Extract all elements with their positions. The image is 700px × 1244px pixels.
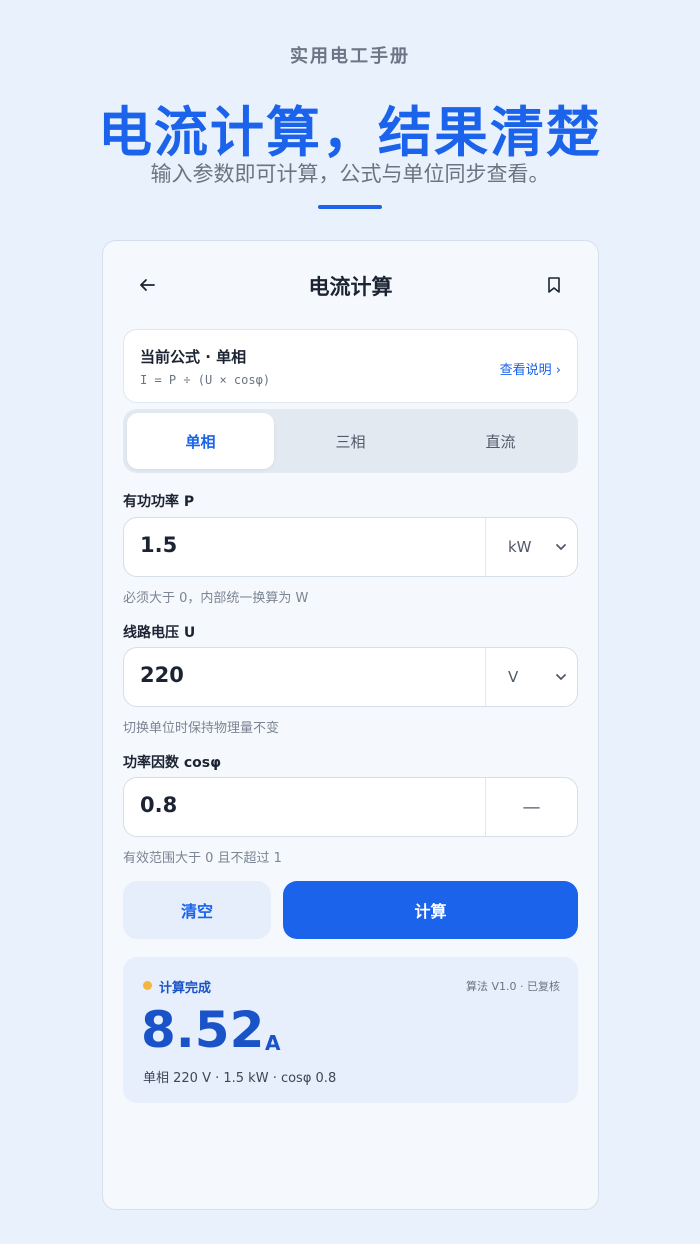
page-title: 电流计算 [308, 275, 393, 299]
power-field: 1.5 kW [123, 517, 578, 577]
hero-title: 电流计算，结果清楚 [98, 101, 602, 164]
voltage-label: 线路电压 U [123, 625, 196, 641]
result-unit: A [265, 1031, 281, 1055]
tab-dc[interactable]: 直流 [427, 413, 574, 469]
bookmark-icon [548, 277, 560, 293]
voltage-input[interactable]: 220 [140, 663, 184, 687]
status-dot [143, 981, 152, 990]
view-explanation-link[interactable]: 查看说明 › [500, 359, 561, 378]
phone-frame: 电流计算 当前公式 · 单相 I = P ÷ (U × cosφ) 查看说明 ›… [102, 240, 599, 1210]
app-bar: 电流计算 [103, 241, 598, 329]
power-hint: 必须大于 0，内部统一换算为 W [123, 591, 309, 606]
pf-input[interactable]: 0.8 [140, 793, 177, 817]
power-unit-value: kW [508, 538, 532, 556]
voltage-field: 220 V [123, 647, 578, 707]
pf-label: 功率因数 cosφ [123, 755, 222, 771]
chevron-down-icon [556, 544, 566, 551]
pf-unit: — [485, 778, 577, 836]
formula-title: 当前公式 · 单相 [140, 348, 247, 366]
clear-button[interactable]: 清空 [123, 881, 271, 939]
tab-three-phase[interactable]: 三相 [277, 413, 424, 469]
result-status: 计算完成 [159, 981, 212, 996]
result-detail: 单相 220 V · 1.5 kW · cosφ 0.8 [143, 1071, 337, 1086]
hero-divider [318, 205, 382, 209]
voltage-hint: 切换单位时保持物理量不变 [123, 721, 280, 736]
formula-expression: I = P ÷ (U × cosφ) [140, 373, 271, 387]
result-value: 8.52 [141, 1001, 265, 1059]
bookmark-button[interactable] [540, 271, 568, 299]
power-input[interactable]: 1.5 [140, 533, 177, 557]
power-unit-select[interactable]: kW [485, 518, 577, 576]
chevron-down-icon [556, 674, 566, 681]
voltage-unit-value: V [508, 668, 519, 686]
power-label: 有功功率 P [123, 494, 195, 510]
hero-subtitle: 输入参数即可计算，公式与单位同步查看。 [150, 162, 550, 186]
hero-eyebrow: 实用电工手册 [290, 46, 410, 67]
result-meta: 算法 V1.0 · 已复核 [465, 980, 560, 993]
pf-field: 0.8 — [123, 777, 578, 837]
result-card: 计算完成 算法 V1.0 · 已复核 8.52 A 单相 220 V · 1.5… [123, 957, 578, 1103]
pf-hint: 有效范围大于 0 且不超过 1 [123, 851, 282, 866]
calculate-button[interactable]: 计算 [283, 881, 578, 939]
phase-tabs: 单相 三相 直流 [123, 409, 578, 473]
formula-card: 当前公式 · 单相 I = P ÷ (U × cosφ) 查看说明 › [123, 329, 578, 403]
tab-single-phase[interactable]: 单相 [127, 413, 274, 469]
voltage-unit-select[interactable]: V [485, 648, 577, 706]
